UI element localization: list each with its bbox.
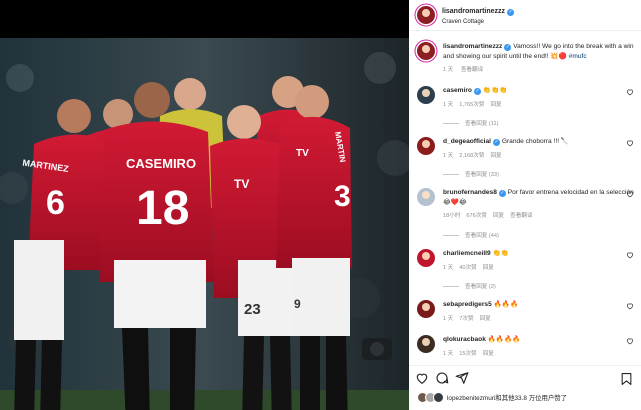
likes-count-text[interactable]: lopezbenitezmuri和其他33.8 万位用户赞了: [447, 393, 567, 402]
comment-username[interactable]: qlokuracbaok: [443, 336, 486, 343]
verified-badge-icon: ✓: [493, 139, 501, 146]
comment-avatar[interactable]: [417, 300, 435, 318]
heart-icon[interactable]: [626, 337, 634, 345]
post-location[interactable]: Craven Cottage: [442, 17, 514, 28]
verified-badge-icon: ✓: [504, 44, 512, 51]
comment-avatar[interactable]: [417, 335, 435, 353]
heart-icon[interactable]: [626, 190, 634, 198]
caption-username[interactable]: lisandromartinezzz: [443, 43, 502, 50]
comment-avatar[interactable]: [417, 249, 435, 267]
author-username[interactable]: lisandromartinezzz ✓: [442, 8, 515, 16]
verified-badge-icon: ✓: [507, 8, 515, 16]
comment-time: 1 天: [443, 264, 454, 271]
right-player-number: 3: [334, 180, 351, 213]
view-replies-link[interactable]: 查看回复 (11): [443, 119, 498, 127]
comment-username[interactable]: d_degeaofficial: [443, 138, 491, 145]
comment-time: 1 天: [443, 152, 454, 159]
comment-username[interactable]: sebapredigers5: [443, 301, 492, 308]
comment-time: 1 天: [443, 350, 454, 357]
post-action-bar: lopezbenitezmuri和其他33.8 万位用户赞了: [409, 365, 641, 410]
comment-likes[interactable]: 2,168次赞: [459, 153, 484, 159]
heart-icon[interactable]: [626, 302, 634, 310]
reply-button[interactable]: 回复: [480, 316, 491, 322]
jersey-number: 18: [136, 182, 189, 235]
paper-plane-icon[interactable]: [455, 371, 469, 385]
caption-hashtag[interactable]: #mufc: [569, 53, 587, 60]
reply-button[interactable]: 回复: [490, 102, 501, 108]
comment-username[interactable]: brunofernandes8: [443, 189, 497, 196]
comment-text: 🔥🔥🔥🔥: [487, 336, 521, 343]
comment-avatar[interactable]: [417, 188, 435, 206]
heart-icon[interactable]: [626, 139, 634, 147]
comment-likes[interactable]: 7次赞: [459, 316, 473, 322]
comment-likes[interactable]: 15次赞: [459, 351, 476, 357]
post-side-panel: lisandromartinezzz ✓ Craven Cottage lisan…: [409, 0, 641, 410]
comment-likes[interactable]: 1,765次赞: [459, 102, 484, 108]
likes-summary[interactable]: lopezbenitezmuri和其他33.8 万位用户赞了: [417, 392, 567, 403]
comment-text: Grande choborra !!! 🔪: [501, 138, 570, 145]
post-photo[interactable]: 6 MARTINEZ CASEMIRO 18 TV 23 TV 3 MARTIN…: [0, 38, 409, 410]
comment-text: 👏👏: [492, 250, 509, 257]
caption-text: lisandromartinezzz ✓ Vamoss!! We go into …: [443, 42, 639, 61]
comment-icon[interactable]: [435, 371, 449, 385]
verified-badge-icon: ✓: [473, 88, 481, 95]
reply-button[interactable]: 回复: [483, 265, 494, 271]
view-replies-link[interactable]: 查看回复 (33): [443, 170, 499, 178]
caption-translate-link[interactable]: 查看翻译: [461, 67, 483, 73]
post-author-block: lisandromartinezzz ✓ Craven Cottage: [442, 3, 515, 28]
comment-time: 1 天: [443, 101, 454, 108]
comment-username[interactable]: charliemcneill9: [443, 250, 491, 257]
team-huddle-image: 6 MARTINEZ CASEMIRO 18 TV 23 TV 3 MARTIN…: [0, 38, 409, 410]
heart-icon[interactable]: [415, 371, 429, 385]
liker-avatar: [433, 392, 444, 403]
short-number: 23: [244, 301, 261, 318]
instagram-post-viewer: 6 MARTINEZ CASEMIRO 18 TV 23 TV 3 MARTIN…: [0, 0, 641, 410]
author-avatar[interactable]: [417, 6, 435, 24]
left-player-number: 6: [46, 184, 65, 222]
translate-link[interactable]: 查看翻译: [510, 213, 532, 219]
heart-icon[interactable]: [626, 88, 634, 96]
reply-button[interactable]: 回复: [483, 351, 494, 357]
post-header: lisandromartinezzz ✓ Craven Cottage: [409, 0, 641, 31]
comment-likes[interactable]: 40次赞: [459, 265, 476, 271]
right-sponsor: TV: [296, 148, 309, 159]
jersey-name: CASEMIRO: [126, 156, 196, 171]
heart-icon[interactable]: [626, 251, 634, 259]
view-replies-link[interactable]: 查看回复 (2): [443, 282, 496, 290]
comment-likes[interactable]: 676次赞: [466, 213, 487, 219]
center-sponsor: TV: [234, 177, 249, 191]
comment-text: 👏👏👏: [482, 87, 508, 94]
comment-time: 1 天: [443, 315, 454, 322]
bookmark-icon[interactable]: [620, 372, 633, 386]
caption-meta: 1 天 查看翻译: [443, 65, 639, 73]
comment-avatar[interactable]: [417, 86, 435, 104]
view-replies-link[interactable]: 查看回复 (44): [443, 231, 499, 239]
comment-time: 18小时: [443, 213, 461, 219]
caption-time: 1 天: [443, 67, 454, 73]
comment-username[interactable]: casemiro: [443, 87, 472, 94]
caption-avatar[interactable]: [417, 42, 435, 60]
verified-badge-icon: ✓: [498, 190, 506, 197]
action-icons: [415, 371, 469, 385]
reply-button[interactable]: 回复: [490, 153, 501, 159]
reply-button[interactable]: 回复: [493, 213, 504, 219]
right-short-number: 9: [294, 297, 301, 311]
comment-text: 🔥🔥🔥: [493, 301, 519, 308]
comment-avatar[interactable]: [417, 137, 435, 155]
